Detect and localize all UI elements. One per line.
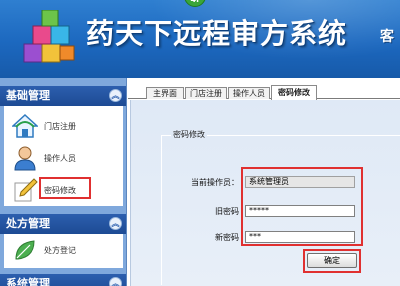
tab-change-password[interactable]: 密码修改 <box>271 85 317 100</box>
confirm-highlight-box <box>303 249 361 273</box>
sidebar-item-label: 门店注册 <box>44 122 76 131</box>
collapse-chevron-icon[interactable]: ︽ <box>109 277 122 286</box>
app-title: 药天下远程审方系统 <box>86 17 348 50</box>
sidebar-item-label: 操作人员 <box>44 154 76 163</box>
sidebar-section-basic[interactable]: 基础管理 ︽ <box>0 86 126 106</box>
house-icon <box>12 113 38 138</box>
sidebar-section-title: 基础管理 <box>6 89 50 102</box>
fieldset-legend: 密码修改 <box>171 129 207 140</box>
user-icon <box>14 146 36 171</box>
sidebar-item-operators[interactable]: 操作人员 <box>4 144 123 174</box>
tab-home[interactable]: 主界面 <box>146 87 184 99</box>
fields-highlight-box <box>241 167 363 246</box>
content-panel: 密码修改 当前操作员： 系统管理员 旧密码 ***** 新密码 *** 确定 <box>130 100 400 286</box>
tab-store-register[interactable]: 门店注册 <box>185 87 227 99</box>
old-password-label: 旧密码 <box>215 207 239 216</box>
collapse-chevron-icon[interactable]: ︽ <box>109 217 122 230</box>
current-operator-label: 当前操作员： <box>191 178 239 187</box>
sidebar-section-prescription[interactable]: 处方管理 ︽ <box>0 214 126 234</box>
sidebar-panel-prescription: 处方登记 <box>4 234 123 268</box>
sidebar-item-prescription-register[interactable]: 处方登记 <box>4 236 123 266</box>
sidebar-section-title: 系统管理 <box>6 277 50 286</box>
sidebar-item-store-register[interactable]: 门店注册 <box>4 112 123 142</box>
new-password-label: 新密码 <box>215 233 239 242</box>
header-extra-text: 客 <box>380 29 394 45</box>
cubes-logo-icon <box>23 10 75 63</box>
sidebar-section-title: 处方管理 <box>6 217 50 230</box>
selection-highlight-box <box>39 177 91 199</box>
leaf-icon <box>15 240 35 260</box>
sidebar-section-system[interactable]: 系统管理 ︽ <box>0 274 126 286</box>
collapse-chevron-icon[interactable]: ︽ <box>109 89 122 102</box>
tab-bar: 主界面 门店注册 操作人员 密码修改 <box>128 84 400 100</box>
tab-operators[interactable]: 操作人员 <box>228 87 270 99</box>
main-area: 主界面 门店注册 操作人员 密码修改 密码修改 当前操作员： 系统管理员 旧密码… <box>128 78 400 286</box>
sidebar-item-label: 处方登记 <box>44 246 76 255</box>
app-header: 4f 药天下远程审方系统 客 <box>0 0 400 78</box>
pencil-icon <box>14 178 38 202</box>
